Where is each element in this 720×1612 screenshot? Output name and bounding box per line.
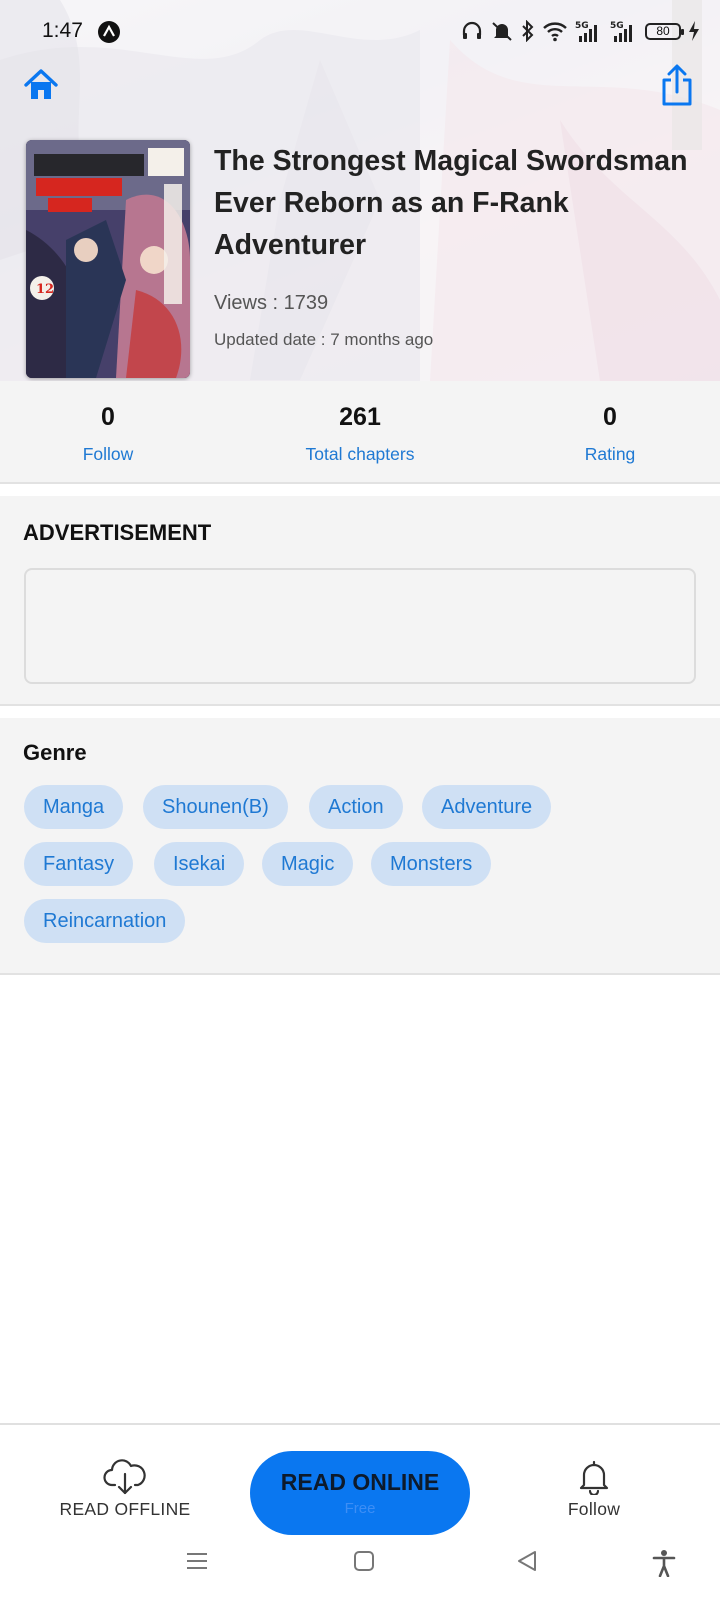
follow-count: 0 — [101, 403, 115, 431]
genre-chip-magic[interactable]: Magic — [262, 842, 354, 886]
follow-label-bottom: Follow — [567, 1499, 621, 1519]
read-online-label: READ ONLINE — [280, 1469, 440, 1495]
recent-apps-icon[interactable] — [185, 1549, 209, 1573]
signal-5g-icon-2: 5G — [610, 21, 632, 42]
status-icons: 5G 5G 80 — [461, 18, 700, 44]
manga-header: 1:47 5G 5G 80 12 The Strongest Magical S… — [0, 0, 720, 381]
cloud-download-icon — [103, 1459, 146, 1495]
back-icon[interactable] — [515, 1549, 539, 1573]
bell-icon — [579, 1460, 609, 1495]
home-icon[interactable] — [22, 66, 60, 104]
signal-5g-icon: 5G — [575, 21, 597, 42]
genre-chip-monsters[interactable]: Monsters — [371, 842, 492, 886]
genre-chip-action[interactable]: Action — [309, 785, 403, 829]
stat-total-chapters[interactable]: 261 Total chapters — [260, 403, 460, 465]
notification-badge-icon — [98, 21, 120, 43]
genre-chip-adventure[interactable]: Adventure — [422, 785, 552, 829]
advertisement-section: ADVERTISEMENT — [0, 496, 720, 706]
genre-chip-isekai[interactable]: Isekai — [154, 842, 245, 886]
status-time: 1:47 — [42, 19, 83, 42]
svg-text:12: 12 — [36, 282, 54, 297]
charging-icon — [689, 21, 699, 41]
views-count: Views : 1739 — [214, 292, 329, 314]
bluetooth-icon — [522, 20, 534, 42]
updated-date: Updated date : 7 months ago — [214, 330, 434, 349]
headphones-icon — [462, 21, 482, 39]
svg-text:5G: 5G — [610, 21, 624, 31]
status-bar: 1:47 5G 5G 80 — [0, 0, 720, 64]
advertisement-heading: ADVERTISEMENT — [23, 520, 212, 545]
stat-rating[interactable]: 0 Rating — [510, 403, 710, 465]
genre-chip-shounen[interactable]: Shounen(B) — [143, 785, 288, 829]
stats-row: 0 Follow 261 Total chapters 0 Rating — [0, 381, 720, 484]
advertisement-slot[interactable] — [24, 568, 696, 684]
home-nav-icon[interactable] — [352, 1549, 376, 1573]
share-icon[interactable] — [660, 64, 694, 106]
battery-indicator: 80 — [645, 22, 684, 40]
chapters-label: Total chapters — [305, 444, 415, 464]
read-offline-button[interactable]: READ OFFLINE — [35, 1459, 215, 1520]
genre-heading: Genre — [23, 740, 87, 765]
accessibility-icon[interactable] — [650, 1549, 678, 1577]
read-online-sublabel: Free — [344, 1500, 376, 1517]
read-online-button[interactable]: READ ONLINE Free — [250, 1451, 470, 1535]
system-navigation-bar — [0, 1535, 720, 1612]
read-offline-label: READ OFFLINE — [59, 1499, 191, 1519]
mute-bell-icon — [492, 22, 512, 41]
genre-section: Genre Manga Shounen(B) Action Adventure … — [0, 718, 720, 975]
genre-chip-reincarnation[interactable]: Reincarnation — [24, 899, 186, 943]
rating-value: 0 — [603, 403, 617, 431]
bottom-action-bar: READ OFFLINE READ ONLINE Free Follow — [0, 1423, 720, 1535]
manga-title: The Strongest Magical Swordsman Ever Reb… — [214, 145, 688, 261]
rating-label: Rating — [584, 444, 636, 464]
wifi-icon — [543, 22, 567, 42]
manga-cover-image[interactable]: 12 — [26, 140, 190, 378]
chapters-count: 261 — [339, 403, 381, 431]
svg-text:5G: 5G — [575, 21, 589, 31]
genre-chip-fantasy[interactable]: Fantasy — [24, 842, 134, 886]
genre-chip-manga[interactable]: Manga — [24, 785, 124, 829]
stat-follow[interactable]: 0 Follow — [8, 403, 208, 465]
follow-button[interactable]: Follow — [504, 1459, 684, 1520]
follow-label: Follow — [82, 444, 134, 464]
